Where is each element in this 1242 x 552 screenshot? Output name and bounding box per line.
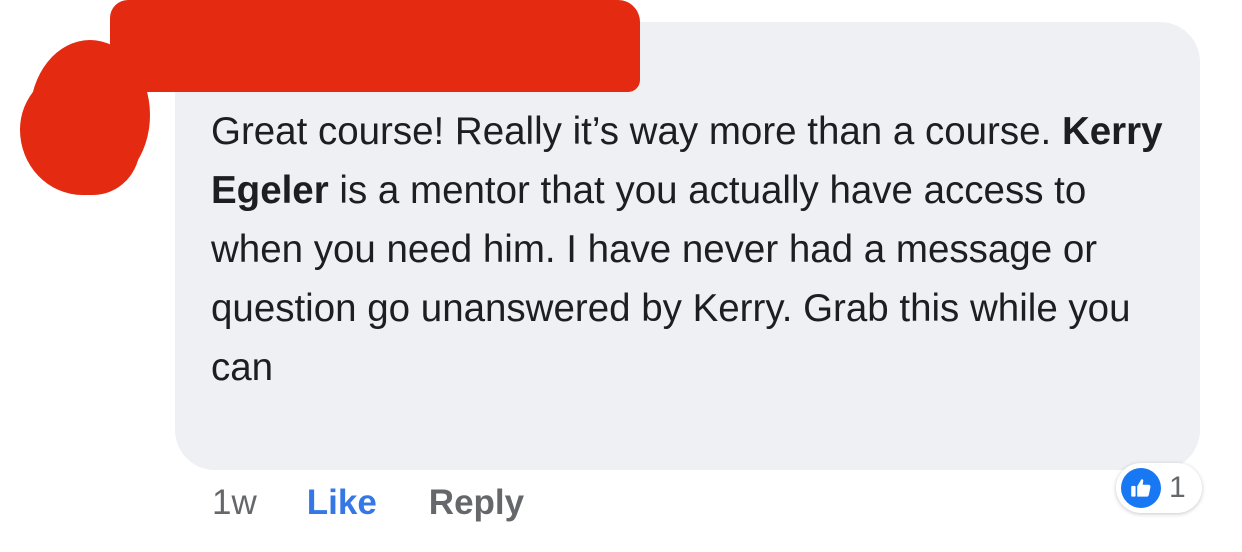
comment-text-end: is a mentor that you actually have acces…	[211, 169, 1131, 389]
thumbs-up-icon	[1121, 468, 1161, 508]
reply-button[interactable]: Reply	[429, 483, 524, 523]
like-button[interactable]: Like	[307, 483, 377, 523]
reaction-summary[interactable]: 1	[1116, 463, 1202, 513]
redaction-mark	[110, 0, 640, 92]
reaction-count: 1	[1169, 471, 1186, 504]
comment-view: Great course! Really it’s way more than …	[0, 0, 1242, 552]
comment-text: Great course! Really it’s way more than …	[211, 102, 1171, 397]
redaction-mark-avatar	[20, 70, 140, 195]
comment-actions: 1w Like Reply	[212, 478, 524, 528]
timestamp[interactable]: 1w	[212, 483, 257, 523]
comment-text-start: Great course! Really it’s way more than …	[211, 110, 1062, 153]
